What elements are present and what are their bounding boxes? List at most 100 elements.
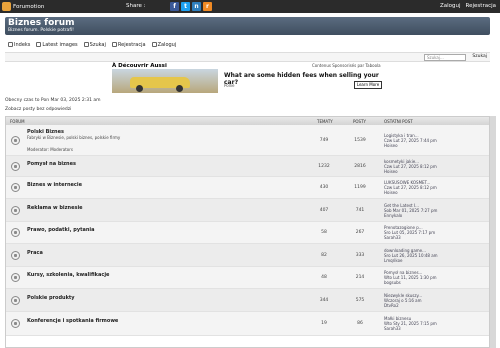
topic-count: 1232 [318, 164, 330, 169]
forum-moderator[interactable]: Moderator: Moderators [27, 147, 73, 152]
rss-icon[interactable]: r [203, 2, 212, 11]
top-toolbar: Forumotion Share : ftnr Zaloguj Rejestra… [0, 0, 500, 13]
last-post-author[interactable]: DtvRo2 [384, 303, 422, 308]
post-count: 1539 [354, 138, 366, 143]
current-time: Obecny czas to Pon Mar 03, 2025 2:31 am [5, 98, 101, 103]
last-post: Logistyka i tran... Czw Lut 27, 2025 7:44… [384, 133, 437, 148]
last-post-author[interactable]: Hoiseo [384, 143, 437, 148]
netvibes-icon[interactable]: n [192, 2, 201, 11]
post-count: 575 [355, 298, 365, 303]
post-count: 741 [355, 208, 365, 213]
post-count: 1199 [354, 185, 366, 190]
col-last-post: OSTATNI POST [384, 119, 413, 124]
forum-name[interactable]: Prawo, podatki, pytania [27, 227, 95, 233]
forum-title[interactable]: Biznes forum [8, 18, 75, 28]
forum-name[interactable]: Biznes w internecie [27, 182, 82, 188]
facebook-icon[interactable]: f [170, 2, 179, 11]
share-label: Share : [126, 3, 146, 9]
forum-name[interactable]: Polskie produkty [27, 295, 75, 301]
forum-name[interactable]: Praca [27, 250, 43, 256]
col-topics: TEMATY [317, 119, 333, 124]
forum-status-icon [11, 183, 20, 192]
nav-latest-images-label: Latest images [42, 41, 78, 48]
forum-status-icon [11, 228, 20, 237]
topic-count: 749 [319, 138, 329, 143]
forum-status-icon [11, 206, 20, 215]
forum-row[interactable]: Pomysł na biznes 1232 2816 kosmetyki jakie.… [6, 156, 489, 177]
last-post-author[interactable]: Ennykalo [384, 213, 437, 218]
wheel-front [136, 85, 143, 92]
forum-table-header: FORUM TEMATY POSTY OSTATNI POST [6, 117, 489, 125]
topic-count: 82 [321, 253, 327, 258]
forum-status-icon [11, 162, 20, 171]
forumotion-logo[interactable]: Forumotion [2, 2, 44, 11]
forum-header: Biznes forum Biznes forum. Polskie potra… [5, 17, 490, 35]
last-post-author[interactable]: bogsubs [384, 280, 437, 285]
nav-index[interactable]: Indeks [8, 42, 30, 48]
nav-index-icon [8, 42, 13, 47]
nav-latest-images-icon [36, 42, 42, 47]
nav-login-icon [151, 42, 157, 47]
forum-row[interactable]: Polski Biznes Fabryki w Biznesie, polski … [6, 125, 489, 156]
forum-name[interactable]: Pomysł na biznes [27, 161, 76, 167]
nav-login[interactable]: Zaloguj [151, 41, 177, 48]
nav-search[interactable]: Szukaj [83, 42, 106, 48]
vertical-scrollbar[interactable] [490, 116, 496, 348]
forum-row[interactable]: Polskie produkty 344 575 Niezwykle skuszy..… [6, 289, 489, 312]
post-count: 214 [355, 275, 365, 280]
last-post: kosmetyki jakie... Czw Lut 27, 2025 8:12 … [384, 159, 437, 174]
search-input[interactable]: Szukaj... [424, 54, 466, 61]
last-post: downloading game... Sro Lut 26, 2025 10:4… [384, 248, 438, 263]
forum-tagline: Biznes forum. Polskie potrafi! [8, 28, 74, 33]
post-count: 267 [355, 230, 365, 235]
topic-count: 19 [321, 321, 327, 326]
nav-search-icon [83, 42, 89, 47]
last-post-author[interactable]: Hoiseo [384, 190, 437, 195]
search-bar: Szukaj... Szukaj [5, 52, 490, 62]
forum-row[interactable]: Konferencje i spotkania firmowe 19 86 Małki… [6, 312, 489, 336]
nav-latest-images[interactable]: Latest images [36, 41, 78, 48]
last-post-author[interactable]: Lmqrikoe [384, 258, 438, 263]
post-count: 86 [357, 321, 363, 326]
forum-name[interactable]: Kursy, szkolenia, kwalifikacje [27, 272, 109, 278]
last-post: Małki biznesu Wto Sty 21, 2025 7:15 pm Sar… [384, 316, 437, 331]
last-post: Get the Latest I... Sob Mar 01, 2025 7:27… [384, 203, 437, 218]
last-post-author[interactable]: Sarah33 [384, 326, 437, 331]
forum-name[interactable]: Reklama w biznesie [27, 205, 83, 211]
main-nav: Indeks Latest images Szukaj Rejestracja Zalo… [5, 39, 490, 50]
nav-register-icon [111, 42, 117, 47]
forum-status-icon [11, 273, 20, 282]
forum-row[interactable]: Praca 82 333 downloading game... Sro Lut 26,… [6, 244, 489, 267]
last-post: Prenotazogione p... Sro Lut 05, 2025 7:17… [384, 225, 435, 240]
nav-login-label: Zaloguj [157, 41, 177, 48]
topic-count: 344 [319, 298, 329, 303]
forum-status-icon [11, 251, 20, 260]
register-link[interactable]: Rejestracja [466, 3, 496, 9]
last-post-author[interactable]: Hoiseo [384, 169, 437, 174]
nav-index-label: Indeks [14, 41, 31, 48]
forum-row[interactable]: Kursy, szkolenia, kwalifikacje 48 214 Pomys… [6, 267, 489, 289]
topic-count: 407 [319, 208, 329, 213]
forum-row[interactable]: Reklama w biznesie 407 741 Get the Latest I… [6, 199, 489, 222]
forum-row[interactable]: Prawo, podatki, pytania 58 267 Prenotazogio… [6, 222, 489, 244]
ad-learn-more-button[interactable]: Learn More [354, 81, 382, 89]
sponsored-ad[interactable]: À Découvrir Aussi Contenus Sponsorisés p… [112, 63, 382, 93]
ad-image[interactable] [112, 69, 218, 93]
search-button[interactable]: Szukaj [472, 54, 487, 59]
last-post: Niezwykle skuszy... Wczoraj o 5:16 am DtvR… [384, 293, 422, 308]
wheel-back [176, 85, 183, 92]
forum-name[interactable]: Konferencje i spotkania firmowe [27, 318, 118, 324]
forum-status-icon [11, 296, 20, 305]
unanswered-link[interactable]: Zobacz posty bez odpowiedzi [5, 107, 71, 112]
ad-sponsor[interactable]: Contenus Sponsorisés par Taboola [312, 63, 381, 68]
last-post-author[interactable]: Sarah33 [384, 235, 435, 240]
twitter-icon[interactable]: t [181, 2, 190, 11]
nav-register[interactable]: Rejestracja [111, 42, 146, 48]
post-count: 2816 [354, 164, 366, 169]
ad-source: Pollie [224, 83, 235, 88]
col-forum: FORUM [10, 119, 25, 124]
forum-description: Fabryki w Biznesie, polski biznes, polsk… [27, 135, 121, 140]
login-link[interactable]: Zaloguj [440, 3, 461, 9]
topic-count: 48 [321, 275, 327, 280]
forum-row[interactable]: Biznes w internecie 430 1199 LUKSUSOWE KOSM… [6, 177, 489, 199]
